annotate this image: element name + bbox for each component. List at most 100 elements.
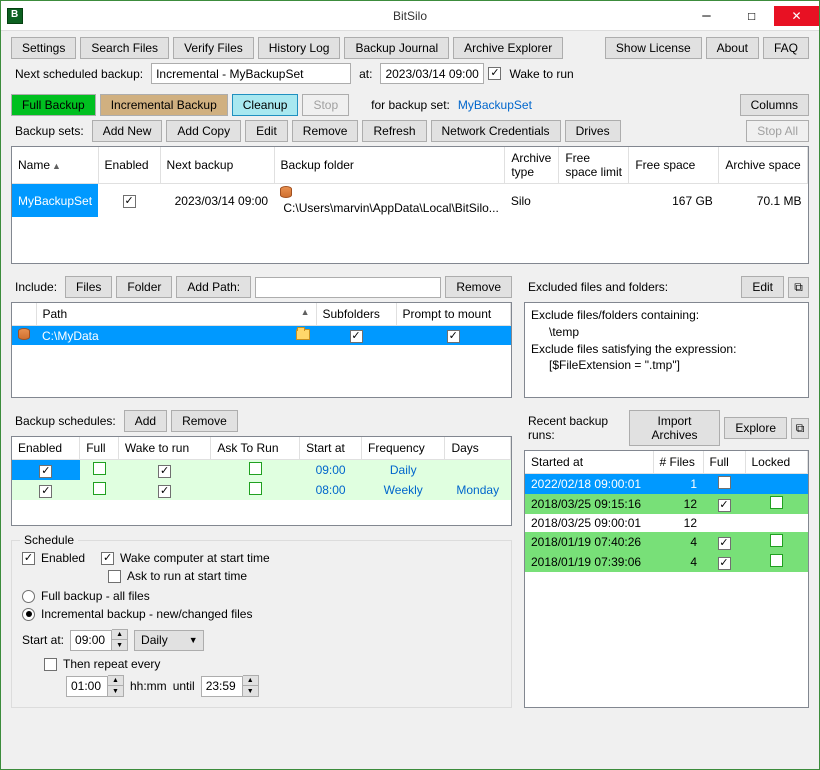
col-subfolders[interactable]: Subfolders	[316, 303, 396, 326]
col-prompt[interactable]: Prompt to mount	[396, 303, 511, 326]
col-folder[interactable]: Backup folder	[274, 147, 505, 184]
locked-checkbox[interactable]	[770, 554, 783, 567]
col-start[interactable]: Start at	[300, 437, 362, 460]
col-next[interactable]: Next backup	[160, 147, 274, 184]
about-button[interactable]: About	[706, 37, 759, 59]
faq-button[interactable]: FAQ	[763, 37, 809, 59]
minimize-button[interactable]: —	[684, 6, 729, 26]
add-path-button[interactable]: Add Path:	[176, 276, 251, 298]
frequency-dropdown[interactable]: Daily▼	[134, 630, 204, 651]
settings-button[interactable]: Settings	[11, 37, 76, 59]
full-backup-radio[interactable]	[22, 590, 35, 603]
incremental-backup-radio[interactable]	[22, 608, 35, 621]
close-button[interactable]: ✕	[774, 6, 819, 26]
drives-button[interactable]: Drives	[565, 120, 621, 142]
include-remove-button[interactable]: Remove	[445, 276, 512, 298]
repeat-checkbox[interactable]	[44, 658, 57, 671]
backup-journal-button[interactable]: Backup Journal	[344, 37, 449, 59]
wake-checkbox[interactable]	[158, 465, 171, 478]
table-row[interactable]: 08:00 Weekly Monday	[12, 480, 511, 500]
col-enabled[interactable]: Enabled	[98, 147, 160, 184]
popout-icon[interactable]: ⧉	[788, 277, 809, 298]
start-time-spinner[interactable]: ▲▼	[70, 629, 128, 651]
col-full[interactable]: Full	[703, 451, 745, 474]
col-free[interactable]: Free space	[629, 147, 719, 184]
col-days[interactable]: Days	[445, 437, 511, 460]
include-files-button[interactable]: Files	[65, 276, 112, 298]
col-freq[interactable]: Frequency	[362, 437, 445, 460]
until-spinner[interactable]: ▲▼	[201, 675, 259, 697]
full-checkbox[interactable]	[93, 482, 106, 495]
history-log-button[interactable]: History Log	[258, 37, 341, 59]
titlebar[interactable]: BitSilo — ☐ ✕	[1, 1, 819, 31]
ask-checkbox[interactable]	[249, 462, 262, 475]
full-checkbox[interactable]	[718, 537, 731, 550]
subfolders-checkbox[interactable]	[350, 330, 363, 343]
row-enabled-checkbox[interactable]	[123, 195, 136, 208]
columns-button[interactable]: Columns	[740, 94, 809, 116]
network-credentials-button[interactable]: Network Credentials	[431, 120, 561, 142]
full-backup-button[interactable]: Full Backup	[11, 94, 96, 116]
show-license-button[interactable]: Show License	[605, 37, 702, 59]
col-wake[interactable]: Wake to run	[118, 437, 210, 460]
table-row[interactable]: 2018/03/25 09:00:0112	[525, 514, 808, 532]
archive-explorer-button[interactable]: Archive Explorer	[453, 37, 563, 59]
locked-checkbox[interactable]	[770, 534, 783, 547]
remove-set-button[interactable]: Remove	[292, 120, 359, 142]
maximize-button[interactable]: ☐	[729, 6, 774, 26]
stop-button[interactable]: Stop	[302, 94, 349, 116]
verify-files-button[interactable]: Verify Files	[173, 37, 254, 59]
col-started[interactable]: Started at	[525, 451, 653, 474]
locked-checkbox[interactable]	[770, 496, 783, 509]
exclude-edit-button[interactable]: Edit	[741, 276, 784, 298]
add-path-input[interactable]	[255, 277, 441, 298]
table-row[interactable]: 09:00 Daily	[12, 460, 511, 481]
col-path[interactable]: Path▲	[36, 303, 316, 326]
schedule-add-button[interactable]: Add	[124, 410, 167, 432]
enabled-checkbox[interactable]	[39, 485, 52, 498]
col-enabled[interactable]: Enabled	[12, 437, 80, 460]
repeat-value-spinner[interactable]: ▲▼	[66, 675, 124, 697]
col-files[interactable]: # Files	[653, 451, 703, 474]
refresh-button[interactable]: Refresh	[362, 120, 426, 142]
search-files-button[interactable]: Search Files	[80, 37, 169, 59]
include-table[interactable]: Path▲ Subfolders Prompt to mount C:\MyDa…	[11, 302, 512, 398]
schedules-table[interactable]: Enabled Full Wake to run Ask To Run Star…	[11, 436, 512, 526]
cleanup-button[interactable]: Cleanup	[232, 94, 299, 116]
col-ask[interactable]: Ask To Run	[211, 437, 300, 460]
edit-set-button[interactable]: Edit	[245, 120, 288, 142]
full-checkbox[interactable]	[93, 462, 106, 475]
include-folder-button[interactable]: Folder	[116, 276, 172, 298]
table-row[interactable]: 2018/01/19 07:39:064	[525, 552, 808, 572]
col-name[interactable]: Name▲	[12, 147, 98, 184]
table-row[interactable]: 2018/01/19 07:40:264	[525, 532, 808, 552]
full-checkbox[interactable]	[718, 557, 731, 570]
full-checkbox[interactable]	[718, 476, 731, 489]
backup-set-link[interactable]: MyBackupSet	[458, 98, 532, 112]
stop-all-button[interactable]: Stop All	[746, 120, 809, 142]
prompt-checkbox[interactable]	[447, 330, 460, 343]
col-full[interactable]: Full	[80, 437, 119, 460]
form-ask-checkbox[interactable]	[108, 570, 121, 583]
table-row[interactable]: C:\MyData	[12, 326, 511, 346]
col-limit[interactable]: Free space limit	[559, 147, 629, 184]
col-type[interactable]: Archive type	[505, 147, 559, 184]
col-locked[interactable]: Locked	[745, 451, 808, 474]
popout-icon[interactable]: ⧉	[791, 418, 809, 439]
table-row[interactable]: 2022/02/18 09:00:011	[525, 474, 808, 495]
table-row[interactable]: MyBackupSet 2023/03/14 09:00 C:\Users\ma…	[12, 184, 808, 218]
wake-to-run-checkbox[interactable]	[488, 67, 501, 80]
next-schedule-value[interactable]	[151, 63, 351, 84]
form-wake-checkbox[interactable]	[101, 552, 114, 565]
import-archives-button[interactable]: Import Archives	[629, 410, 721, 446]
next-schedule-time[interactable]	[380, 63, 484, 84]
exclude-box[interactable]: Exclude files/folders containing: \temp …	[524, 302, 809, 398]
ask-checkbox[interactable]	[249, 482, 262, 495]
table-row[interactable]: 2018/03/25 09:15:1612	[525, 494, 808, 514]
full-checkbox[interactable]	[718, 499, 731, 512]
sets-table[interactable]: Name▲ Enabled Next backup Backup folder …	[11, 146, 809, 264]
incremental-backup-button[interactable]: Incremental Backup	[100, 94, 228, 116]
col-space[interactable]: Archive space	[719, 147, 808, 184]
add-copy-button[interactable]: Add Copy	[166, 120, 241, 142]
recent-table[interactable]: Started at # Files Full Locked 2022/02/1…	[524, 450, 809, 708]
